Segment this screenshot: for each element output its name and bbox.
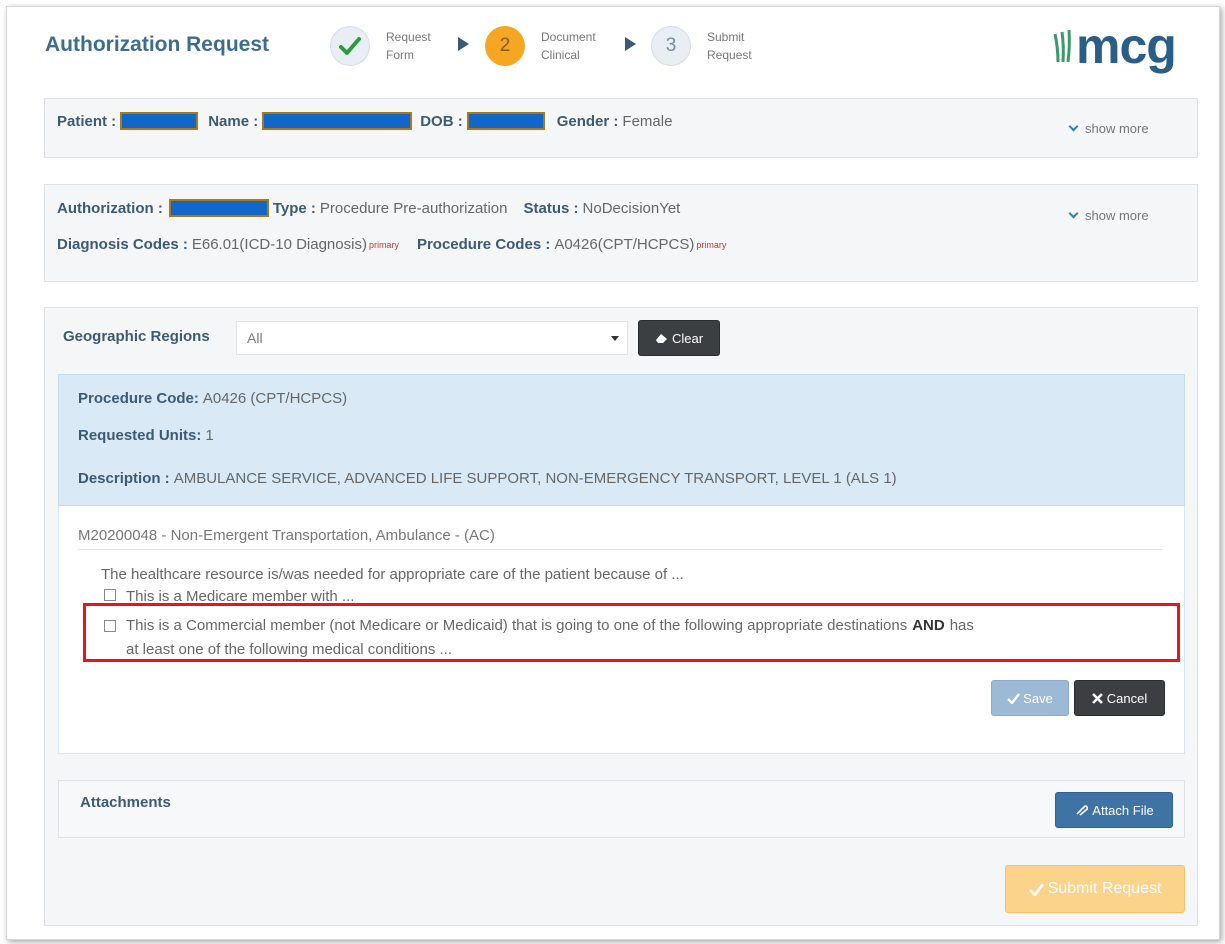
geographic-regions-label: Geographic Regions bbox=[63, 328, 210, 345]
type-value: Procedure Pre-authorization bbox=[319, 199, 508, 217]
step-submit-request[interactable]: 3 Submit Request bbox=[651, 26, 752, 66]
authorization-show-more-link[interactable]: show more bbox=[1068, 208, 1149, 223]
check-icon bbox=[1028, 882, 1044, 896]
gender-value: Female bbox=[622, 112, 673, 130]
step-label: Document Clinical bbox=[541, 30, 596, 62]
logo-text: mcg bbox=[1076, 18, 1177, 74]
gender-label: Gender : bbox=[556, 112, 619, 130]
attachments-label: Attachments bbox=[80, 794, 171, 811]
procedure-code-value: A0426 (CPT/HCPCS) bbox=[202, 390, 348, 407]
requested-units-label: Requested Units: bbox=[78, 427, 202, 444]
authorization-info-row: Authorization : Type : Procedure Pre-aut… bbox=[57, 199, 680, 217]
status-value: NoDecisionYet bbox=[582, 199, 681, 217]
type-label: Type : bbox=[272, 199, 316, 217]
option-medicare[interactable]: This is a Medicare member with ... bbox=[104, 589, 354, 601]
step-check-icon bbox=[330, 26, 370, 66]
page-title: Authorization Request bbox=[45, 33, 269, 56]
chevron-down-icon bbox=[1068, 121, 1079, 132]
authorization-label: Authorization : bbox=[57, 199, 163, 217]
step-request-form[interactable]: Request Form bbox=[330, 26, 431, 66]
authorization-id-redacted bbox=[168, 199, 269, 217]
step-document-clinical[interactable]: 2 Document Clinical bbox=[485, 26, 596, 66]
chevron-down-icon bbox=[1068, 208, 1079, 219]
procedure-codes-value: A0426(CPT/HCPCS) bbox=[554, 236, 695, 253]
check-icon bbox=[1007, 692, 1021, 704]
submit-request-button[interactable]: Submit Request bbox=[1005, 865, 1185, 913]
attach-file-button[interactable]: Attach File bbox=[1055, 792, 1173, 828]
procedure-primary-tag: primary bbox=[696, 239, 727, 250]
diagnosis-codes-value: E66.01(ICD-10 Diagnosis) bbox=[191, 236, 367, 253]
eraser-icon bbox=[655, 334, 667, 343]
step-number: 3 bbox=[651, 26, 691, 66]
step-number: 2 bbox=[485, 26, 525, 66]
geographic-regions-select[interactable]: All bbox=[236, 321, 628, 355]
patient-show-more-link[interactable]: show more bbox=[1068, 121, 1149, 136]
procedure-codes-label: Procedure Codes : bbox=[416, 236, 551, 253]
guideline-title: M20200048 - Non-Emergent Transportation,… bbox=[78, 527, 495, 544]
patient-label: Patient : bbox=[57, 112, 117, 130]
logo-mark-icon bbox=[1053, 29, 1071, 63]
step-arrow-icon bbox=[625, 37, 636, 51]
highlight-box bbox=[83, 603, 1180, 662]
status-label: Status : bbox=[523, 199, 579, 217]
diagnosis-codes-label: Diagnosis Codes : bbox=[57, 236, 188, 253]
patient-id-redacted bbox=[120, 112, 199, 130]
description-value: AMBULANCE SERVICE, ADVANCED LIFE SUPPORT… bbox=[173, 470, 897, 487]
description-label: Description : bbox=[78, 470, 170, 487]
paperclip-icon bbox=[1076, 805, 1089, 816]
dob-label: DOB : bbox=[420, 112, 463, 130]
step-label: Submit Request bbox=[707, 30, 752, 62]
step-arrow-icon bbox=[458, 37, 469, 51]
close-icon bbox=[1091, 692, 1103, 704]
patient-info-row: Patient : Name : DOB : Gender : Female bbox=[57, 112, 672, 130]
codes-row: Diagnosis Codes : E66.01(ICD-10 Diagnosi… bbox=[57, 236, 726, 253]
step-label: Request Form bbox=[386, 30, 431, 62]
attachments-panel bbox=[58, 780, 1185, 838]
guideline-intro: The healthcare resource is/was needed fo… bbox=[101, 566, 684, 583]
medicare-checkbox[interactable] bbox=[104, 589, 116, 601]
caret-down-icon bbox=[611, 336, 619, 341]
cancel-button[interactable]: Cancel bbox=[1074, 680, 1165, 716]
procedure-code-label: Procedure Code: bbox=[78, 390, 199, 407]
medicare-option-text: This is a Medicare member with ... bbox=[126, 589, 355, 601]
mcg-logo: mcg bbox=[1052, 18, 1177, 74]
geographic-regions-selected: All bbox=[247, 330, 263, 346]
divider bbox=[78, 549, 1163, 550]
description-row: Description : AMBULANCE SERVICE, ADVANCE… bbox=[78, 470, 897, 487]
requested-units-value: 1 bbox=[205, 427, 214, 444]
diagnosis-primary-tag: primary bbox=[368, 239, 399, 250]
procedure-code-row: Procedure Code: A0426 (CPT/HCPCS) bbox=[78, 390, 347, 407]
name-label: Name : bbox=[208, 112, 259, 130]
clear-button[interactable]: Clear bbox=[638, 320, 720, 356]
name-redacted bbox=[262, 112, 413, 130]
save-button[interactable]: Save bbox=[991, 680, 1069, 716]
requested-units-row: Requested Units: 1 bbox=[78, 427, 214, 444]
dob-redacted bbox=[466, 112, 545, 130]
